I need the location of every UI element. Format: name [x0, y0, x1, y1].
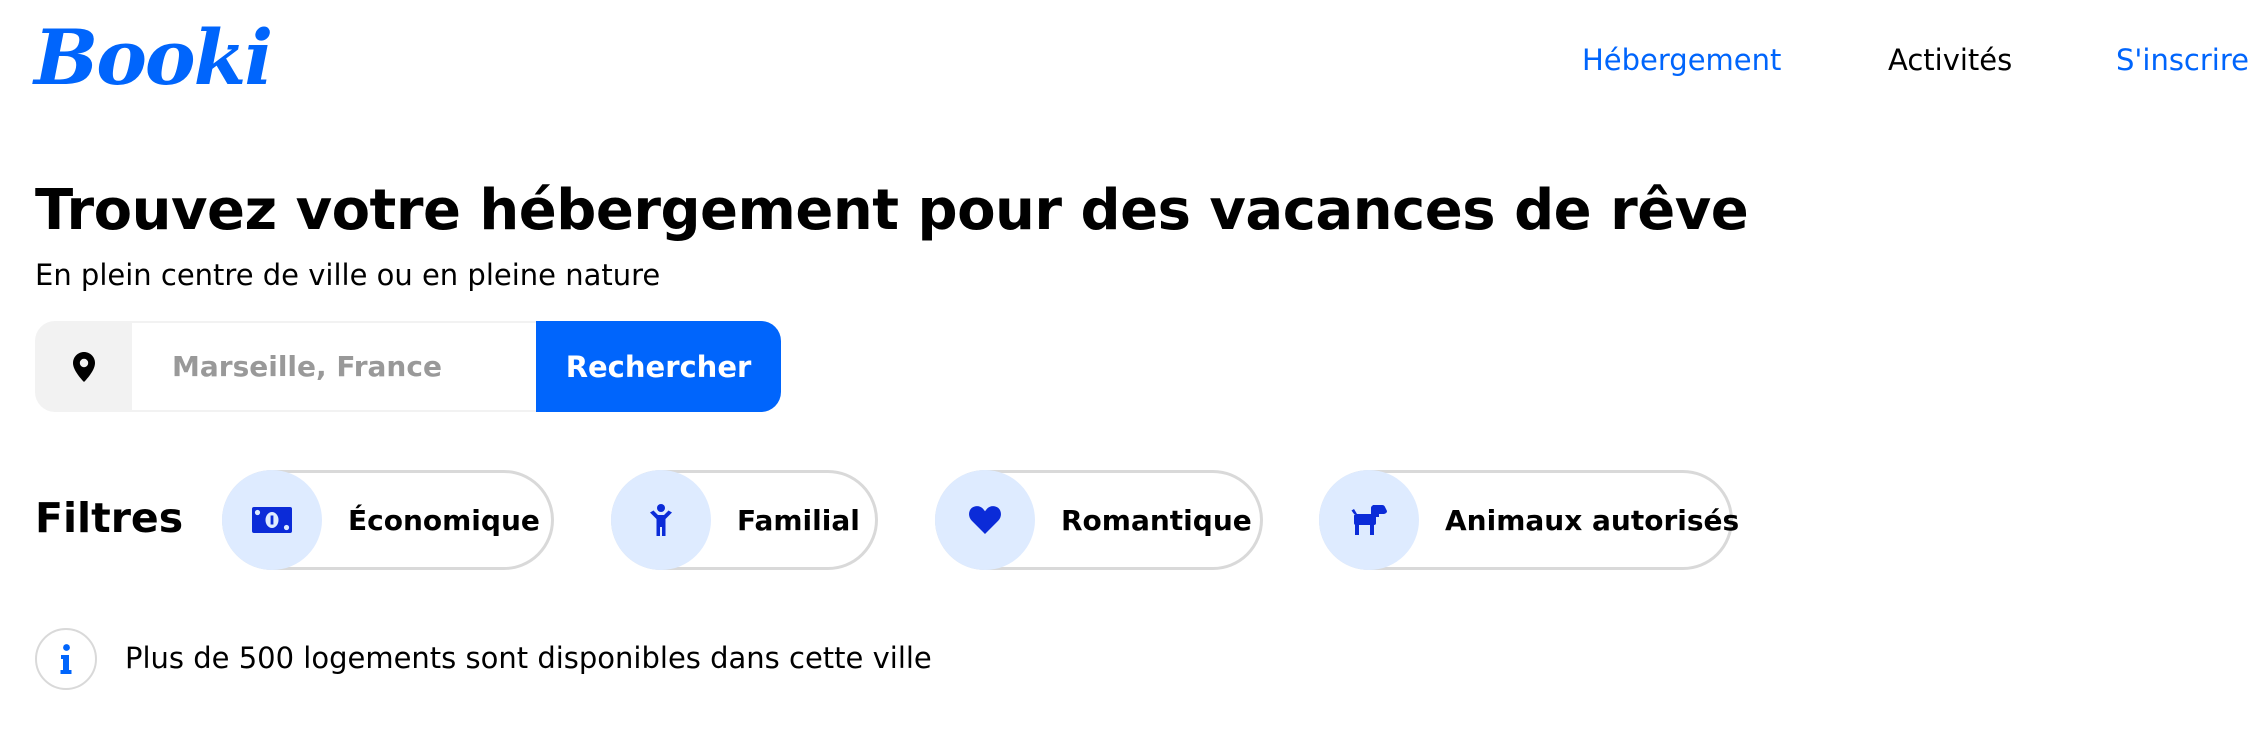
- filters-heading: Filtres: [35, 494, 184, 542]
- search-button[interactable]: Rechercher: [536, 321, 781, 412]
- availability-message: Plus de 500 logements sont disponibles d…: [125, 641, 932, 675]
- search-input[interactable]: [132, 321, 536, 412]
- heart-icon: [935, 470, 1035, 570]
- logo[interactable]: Booki: [34, 10, 273, 106]
- page-subtitle: En plein centre de ville ou en pleine na…: [35, 258, 661, 292]
- filter-label: Économique: [348, 503, 540, 537]
- money-bill-icon: [222, 470, 322, 570]
- child-icon: [611, 470, 711, 570]
- page-title: Trouvez votre hébergement pour des vacan…: [35, 178, 1749, 243]
- nav-link-activites[interactable]: Activités: [1888, 36, 2012, 84]
- filter-romantique[interactable]: Romantique: [935, 470, 1263, 570]
- location-pin-icon: [35, 321, 132, 412]
- filter-label: Animaux autorisés: [1445, 503, 1740, 537]
- filter-animaux-autorises[interactable]: Animaux autorisés: [1319, 470, 1739, 570]
- filter-label: Familial: [737, 503, 860, 537]
- filter-familial[interactable]: Familial: [611, 470, 878, 570]
- search-bar: Rechercher: [35, 321, 781, 412]
- nav-link-inscrire[interactable]: S'inscrire: [2116, 36, 2249, 84]
- nav-link-hebergement[interactable]: Hébergement: [1582, 36, 1781, 84]
- dog-icon: [1319, 470, 1419, 570]
- filter-economique[interactable]: Économique: [222, 470, 554, 570]
- filter-label: Romantique: [1061, 503, 1252, 537]
- info-icon: [35, 628, 97, 690]
